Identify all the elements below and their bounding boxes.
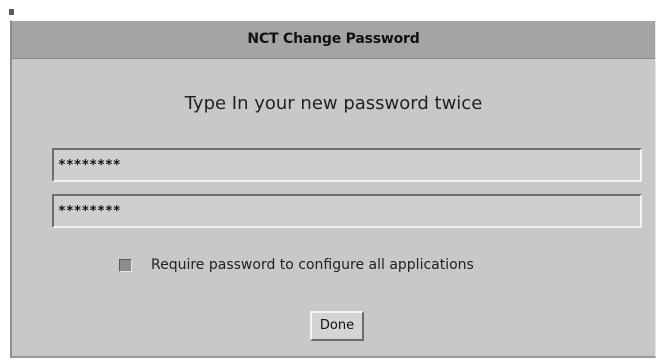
window-corner-mark (9, 9, 14, 15)
require-password-checkbox[interactable] (119, 258, 132, 272)
screen: NCT Change Password Type In your new pas… (0, 0, 665, 364)
instruction-text: Type In your new password twice (184, 93, 483, 114)
change-password-dialog: NCT Change Password Type In your new pas… (10, 20, 656, 358)
dialog-title: NCT Change Password (247, 31, 420, 47)
done-button[interactable]: Done (310, 311, 364, 341)
new-password-field[interactable] (52, 148, 642, 182)
dialog-titlebar[interactable]: NCT Change Password (12, 21, 655, 59)
confirm-password-field[interactable] (52, 194, 642, 228)
require-password-option[interactable]: Require password to configure all applic… (119, 257, 474, 273)
require-password-label: Require password to configure all applic… (151, 257, 474, 273)
